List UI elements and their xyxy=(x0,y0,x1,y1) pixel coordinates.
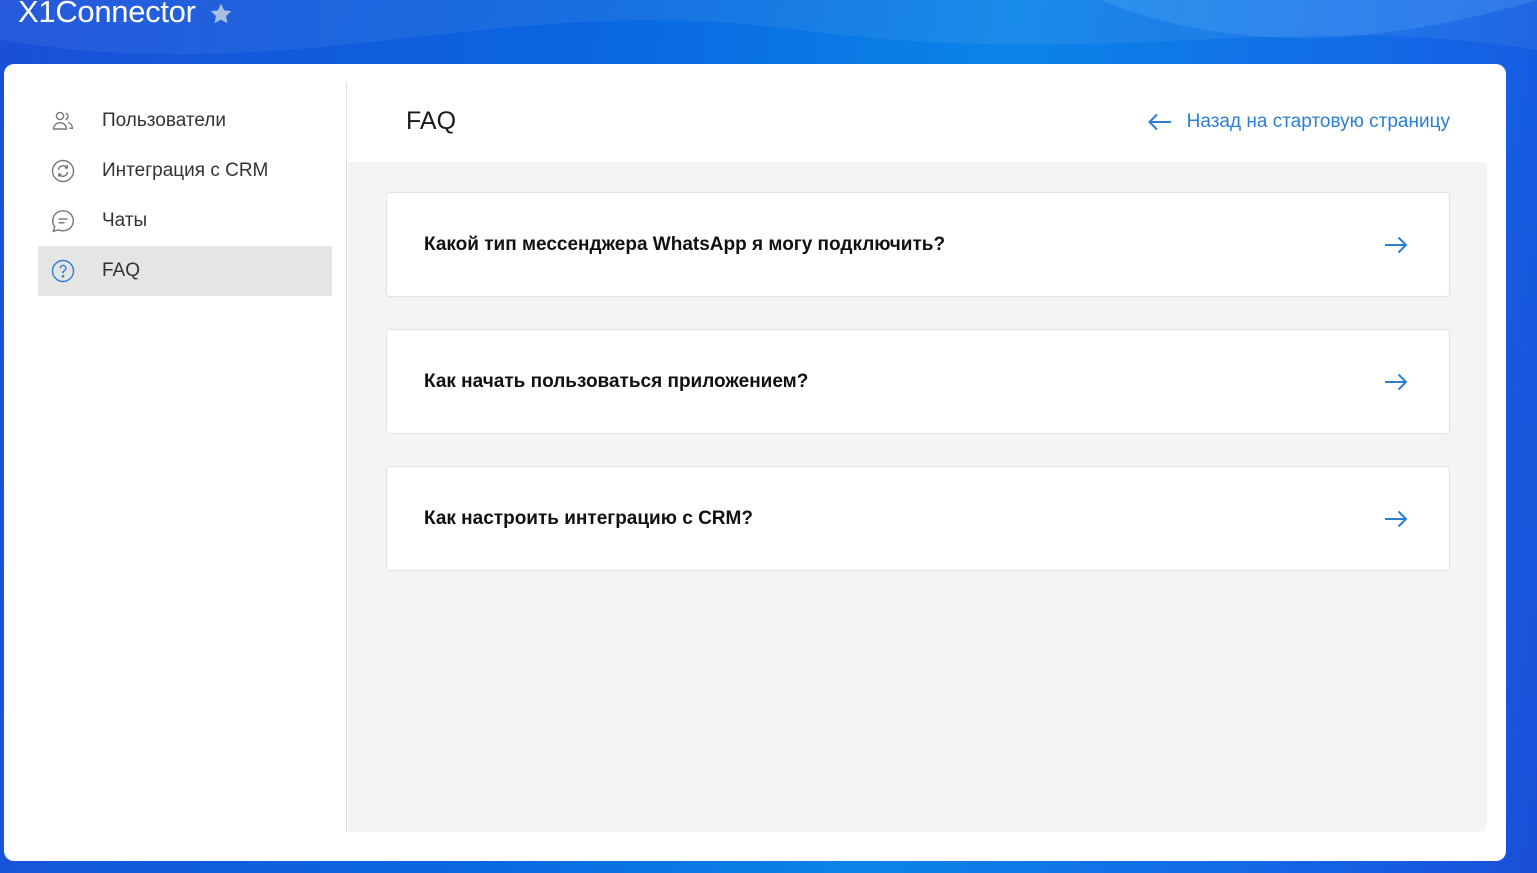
arrow-right-icon xyxy=(1385,236,1408,254)
chat-icon xyxy=(50,208,76,234)
faq-question: Какой тип мессенджера WhatsApp я могу по… xyxy=(424,234,946,255)
sidebar-item-users[interactable]: Пользователи xyxy=(38,96,332,146)
arrow-right-icon xyxy=(1385,373,1408,391)
faq-item[interactable]: Как начать пользоваться приложением? xyxy=(386,329,1450,434)
back-link-label: Назад на стартовую страницу xyxy=(1186,111,1450,132)
page-title: FAQ xyxy=(406,107,457,135)
sync-icon xyxy=(50,158,76,184)
question-icon xyxy=(50,258,76,284)
sidebar: Пользователи Интеграция с CRM Чаты FAQ xyxy=(38,96,332,296)
sidebar-item-faq[interactable]: FAQ xyxy=(38,246,332,296)
app-header: X1Connector xyxy=(18,0,234,30)
sidebar-item-label: Интеграция с CRM xyxy=(102,160,269,181)
users-icon xyxy=(50,108,76,134)
faq-question: Как начать пользоваться приложением? xyxy=(424,371,809,392)
faq-list: Какой тип мессенджера WhatsApp я могу по… xyxy=(386,192,1450,603)
star-icon[interactable] xyxy=(208,1,234,27)
sidebar-item-label: Чаты xyxy=(102,210,148,231)
main-content: FAQ Назад на стартовую страницу Какой ти… xyxy=(348,82,1487,832)
sidebar-divider xyxy=(346,82,347,832)
faq-question: Как настроить интеграцию с CRM? xyxy=(424,508,753,529)
arrow-right-icon xyxy=(1385,510,1408,528)
app-title: X1Connector xyxy=(18,0,196,29)
sidebar-item-crm-integration[interactable]: Интеграция с CRM xyxy=(38,146,332,196)
back-to-start-link[interactable]: Назад на стартовую страницу xyxy=(1147,111,1450,133)
sidebar-item-chats[interactable]: Чаты xyxy=(38,196,332,246)
page-header: FAQ Назад на стартовую страницу xyxy=(348,82,1487,162)
sidebar-item-label: FAQ xyxy=(102,260,141,281)
sidebar-item-label: Пользователи xyxy=(102,110,227,131)
arrow-left-icon xyxy=(1147,113,1171,131)
app-frame: Пользователи Интеграция с CRM Чаты FAQ F… xyxy=(4,64,1506,861)
faq-item[interactable]: Какой тип мессенджера WhatsApp я могу по… xyxy=(386,192,1450,297)
faq-item[interactable]: Как настроить интеграцию с CRM? xyxy=(386,466,1450,571)
